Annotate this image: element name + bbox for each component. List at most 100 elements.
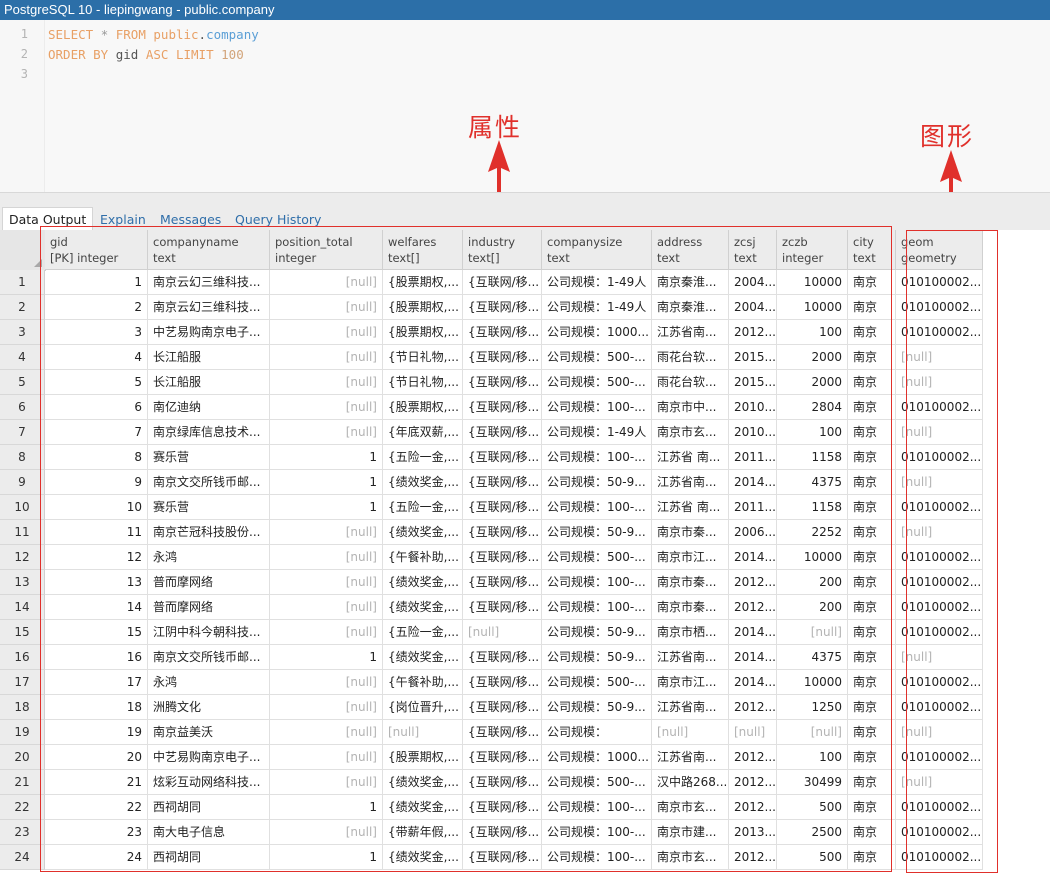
- cell-industry[interactable]: {互联网/移...: [463, 445, 542, 470]
- cell-welfares[interactable]: {股票期权,...: [383, 320, 463, 345]
- select-all-corner[interactable]: [0, 230, 46, 271]
- cell-position-total[interactable]: [null]: [270, 520, 383, 545]
- cell-companyname[interactable]: 长江船服: [148, 345, 270, 370]
- cell-city[interactable]: 南京: [848, 470, 896, 495]
- cell-zczb[interactable]: 100: [777, 320, 848, 345]
- cell-welfares[interactable]: {绩效奖金,...: [383, 520, 463, 545]
- cell-city[interactable]: 南京: [848, 520, 896, 545]
- cell-geom[interactable]: 010100002...: [896, 695, 983, 720]
- cell-address[interactable]: 南京市建...: [652, 820, 729, 845]
- cell-companysize[interactable]: 公司规模：50-9...: [542, 470, 652, 495]
- cell-companyname[interactable]: 南亿迪纳: [148, 395, 270, 420]
- row-number[interactable]: 23: [0, 820, 45, 845]
- cell-companyname[interactable]: 南京云幻三维科技...: [148, 270, 270, 295]
- cell-companyname[interactable]: 赛乐营: [148, 445, 270, 470]
- cell-zczb[interactable]: 1158: [777, 495, 848, 520]
- cell-companysize[interactable]: 公司规模：500-...: [542, 545, 652, 570]
- cell-position-total[interactable]: [null]: [270, 320, 383, 345]
- cell-geom[interactable]: [null]: [896, 720, 983, 745]
- cell-industry[interactable]: {互联网/移...: [463, 545, 542, 570]
- sql-editor[interactable]: 1 2 3 SELECT * FROM public.company ORDER…: [0, 20, 1050, 192]
- cell-companyname[interactable]: 江阴中科今朝科技...: [148, 620, 270, 645]
- column-header-zcsj[interactable]: zcsj text: [729, 230, 777, 270]
- cell-zczb[interactable]: 2804: [777, 395, 848, 420]
- cell-industry[interactable]: {互联网/移...: [463, 745, 542, 770]
- cell-position-total[interactable]: 1: [270, 795, 383, 820]
- row-number[interactable]: 9: [0, 470, 45, 495]
- cell-zcsj[interactable]: 2014...: [729, 670, 777, 695]
- cell-position-total[interactable]: [null]: [270, 295, 383, 320]
- cell-industry[interactable]: {互联网/移...: [463, 495, 542, 520]
- row-number[interactable]: 20: [0, 745, 45, 770]
- cell-welfares[interactable]: {节日礼物,...: [383, 370, 463, 395]
- cell-welfares[interactable]: {绩效奖金,...: [383, 570, 463, 595]
- cell-zcsj[interactable]: 2014...: [729, 620, 777, 645]
- cell-companysize[interactable]: 公司规模：500-...: [542, 770, 652, 795]
- cell-zcsj[interactable]: 2012...: [729, 595, 777, 620]
- cell-companysize[interactable]: 公司规模：500-...: [542, 370, 652, 395]
- cell-zcsj[interactable]: 2004...: [729, 295, 777, 320]
- row-number[interactable]: 11: [0, 520, 45, 545]
- cell-position-total[interactable]: [null]: [270, 745, 383, 770]
- cell-welfares[interactable]: {午餐补助,...: [383, 545, 463, 570]
- sql-line-1[interactable]: SELECT * FROM public.company: [48, 27, 259, 42]
- row-number[interactable]: 16: [0, 645, 45, 670]
- cell-zczb[interactable]: 2252: [777, 520, 848, 545]
- cell-companyname[interactable]: 长江船服: [148, 370, 270, 395]
- cell-position-total[interactable]: [null]: [270, 820, 383, 845]
- cell-city[interactable]: 南京: [848, 420, 896, 445]
- cell-address[interactable]: 南京秦淮...: [652, 295, 729, 320]
- cell-address[interactable]: 南京市秦...: [652, 520, 729, 545]
- cell-industry[interactable]: {互联网/移...: [463, 470, 542, 495]
- cell-companyname[interactable]: 普而摩网络: [148, 570, 270, 595]
- cell-zczb[interactable]: 4375: [777, 645, 848, 670]
- cell-city[interactable]: 南京: [848, 795, 896, 820]
- cell-city[interactable]: 南京: [848, 595, 896, 620]
- row-number[interactable]: 5: [0, 370, 45, 395]
- cell-address[interactable]: 南京市栖...: [652, 620, 729, 645]
- cell-position-total[interactable]: [null]: [270, 570, 383, 595]
- cell-companysize[interactable]: 公司规模：1-49人: [542, 295, 652, 320]
- cell-zcsj[interactable]: [null]: [729, 720, 777, 745]
- cell-address[interactable]: 南京市江...: [652, 545, 729, 570]
- cell-welfares[interactable]: {股票期权,...: [383, 270, 463, 295]
- row-number[interactable]: 24: [0, 845, 45, 870]
- cell-city[interactable]: 南京: [848, 720, 896, 745]
- column-header-city[interactable]: city text: [848, 230, 896, 270]
- cell-zczb[interactable]: 10000: [777, 670, 848, 695]
- cell-address[interactable]: 江苏省南...: [652, 320, 729, 345]
- cell-welfares[interactable]: {带薪年假,...: [383, 820, 463, 845]
- cell-city[interactable]: 南京: [848, 570, 896, 595]
- cell-welfares[interactable]: {股票期权,...: [383, 745, 463, 770]
- cell-address[interactable]: 南京市玄...: [652, 845, 729, 870]
- cell-welfares[interactable]: {五险一金,...: [383, 495, 463, 520]
- cell-gid[interactable]: 1: [45, 270, 148, 295]
- cell-companysize[interactable]: 公司规模：100-...: [542, 820, 652, 845]
- cell-city[interactable]: 南京: [848, 270, 896, 295]
- cell-zcsj[interactable]: 2010...: [729, 420, 777, 445]
- cell-geom[interactable]: [null]: [896, 420, 983, 445]
- cell-industry[interactable]: {互联网/移...: [463, 345, 542, 370]
- cell-industry[interactable]: {互联网/移...: [463, 645, 542, 670]
- cell-address[interactable]: 江苏省南...: [652, 745, 729, 770]
- cell-position-total[interactable]: 1: [270, 845, 383, 870]
- cell-welfares[interactable]: {绩效奖金,...: [383, 845, 463, 870]
- cell-industry[interactable]: {互联网/移...: [463, 595, 542, 620]
- cell-address[interactable]: 江苏省南...: [652, 645, 729, 670]
- row-number[interactable]: 15: [0, 620, 45, 645]
- cell-industry[interactable]: {互联网/移...: [463, 520, 542, 545]
- cell-companyname[interactable]: 西祠胡同: [148, 845, 270, 870]
- cell-city[interactable]: 南京: [848, 395, 896, 420]
- cell-address[interactable]: 汉中路268...: [652, 770, 729, 795]
- cell-position-total[interactable]: [null]: [270, 770, 383, 795]
- column-header-zczb[interactable]: zczb integer: [777, 230, 848, 270]
- cell-companyname[interactable]: 南京益美沃: [148, 720, 270, 745]
- row-number[interactable]: 7: [0, 420, 45, 445]
- cell-companysize[interactable]: 公司规模：100-...: [542, 845, 652, 870]
- cell-companysize[interactable]: 公司规模：50-9...: [542, 620, 652, 645]
- cell-position-total[interactable]: 1: [270, 495, 383, 520]
- cell-city[interactable]: 南京: [848, 545, 896, 570]
- cell-industry[interactable]: {互联网/移...: [463, 695, 542, 720]
- cell-zcsj[interactable]: 2012...: [729, 795, 777, 820]
- cell-geom[interactable]: [null]: [896, 345, 983, 370]
